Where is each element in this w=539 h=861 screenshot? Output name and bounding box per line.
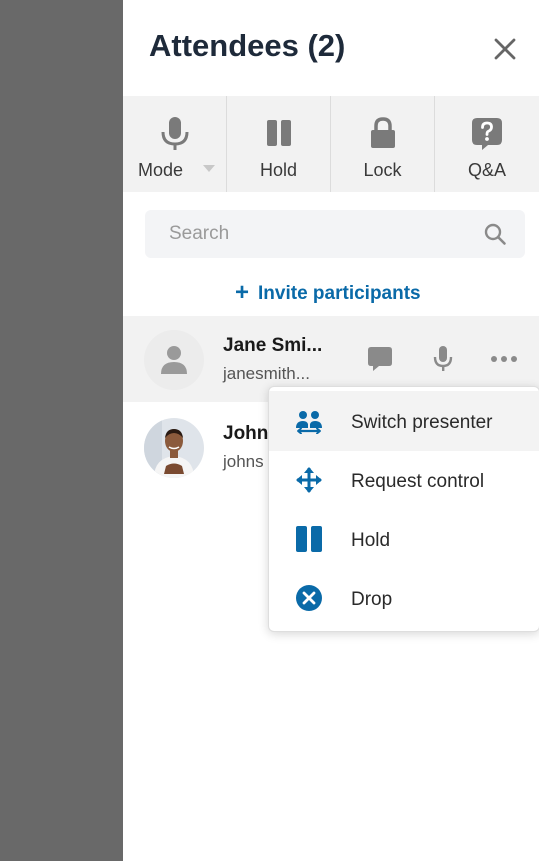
request-control-label: Request control [351,471,485,492]
drop-menu-item[interactable]: Drop [269,568,539,628]
pause-icon [296,526,322,552]
pause-icon [266,120,291,146]
avatar [144,330,204,390]
profile-photo [144,418,204,478]
mic-button[interactable] [428,344,458,374]
chevron-down-icon [203,165,215,172]
invite-label: Invite participants [258,283,421,304]
more-options-button[interactable] [489,344,519,374]
participant-name: Jane Smi... [223,335,323,356]
lock-label: Lock [363,160,402,180]
person-icon [161,346,187,374]
drop-x-circle-icon [296,585,322,611]
microphone-icon [433,346,453,371]
switch-presenter-menu-item[interactable]: Switch presenter [269,391,539,451]
more-dots-icon [491,356,517,362]
question-bubble-icon [472,118,502,150]
close-button[interactable] [489,33,521,65]
participant-context-menu: Switch presenter Request control Hold Dr… [268,386,539,632]
search-input[interactable] [145,210,499,258]
microphone-icon [161,117,188,150]
request-control-menu-item[interactable]: Request control [269,450,539,510]
participant-name: John [223,423,269,444]
hold-menu-item[interactable]: Hold [269,509,539,569]
panel-header: Attendees (2) [123,0,539,96]
hold-label: Hold [259,160,298,180]
lock-button[interactable]: Lock [331,96,435,192]
drop-label: Drop [351,589,393,610]
chat-bubble-icon [368,347,392,371]
plus-icon: + [235,279,250,306]
search-box [145,210,525,258]
mode-button[interactable]: Mode [123,96,227,192]
switch-presenter-icon [296,411,322,434]
move-arrows-icon [296,467,322,493]
attendees-panel: Attendees (2) Mode Hold Lock Q&A Search … [123,0,539,861]
chat-button[interactable] [365,344,395,374]
qa-label: Q&A [467,160,506,180]
dimmed-backdrop[interactable] [0,0,123,861]
participant-email: janesmith... [223,364,310,383]
search-icon[interactable] [483,222,507,246]
qa-button[interactable]: Q&A [435,96,539,192]
toolbar: Mode Hold Lock Q&A [123,96,539,192]
lock-icon [370,117,395,148]
hold-menu-label: Hold [351,530,391,551]
avatar [144,418,204,478]
switch-presenter-label: Switch presenter [351,412,493,433]
hold-button[interactable]: Hold [227,96,331,192]
invite-participants-link[interactable]: + Invite participants [235,279,421,307]
participant-email: johns [223,452,264,471]
panel-title: Attendees (2) [149,28,346,63]
close-icon [494,38,516,60]
